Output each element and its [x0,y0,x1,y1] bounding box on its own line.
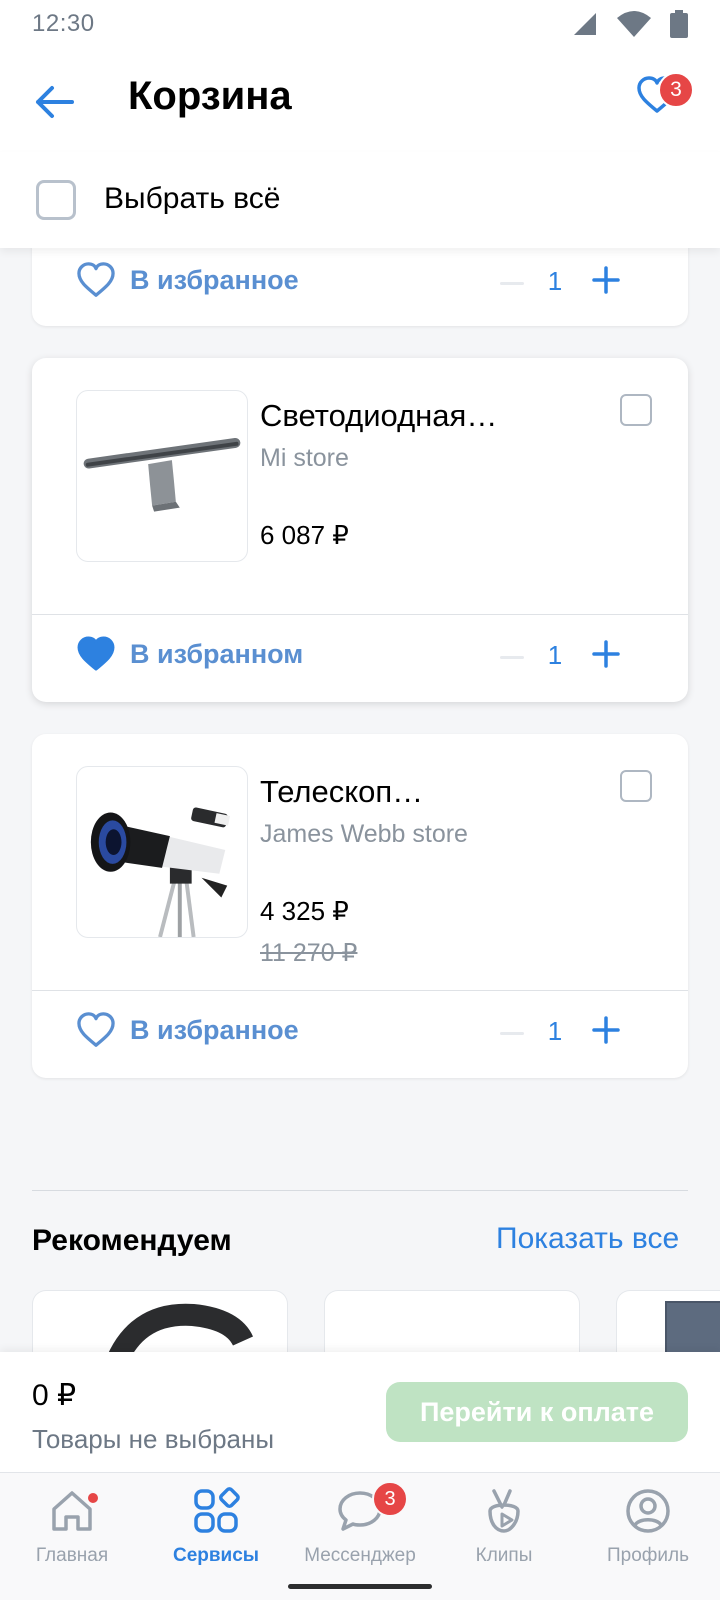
add-to-favorites-button[interactable]: В избранное [76,1012,299,1048]
tab-label: Сервисы [172,1545,260,1566]
recommendations-title: Рекомендуем [32,1224,232,1257]
remove-from-favorites-button[interactable]: В избранном [76,636,303,672]
tab-label: Профиль [606,1545,690,1566]
show-all-link[interactable]: Показать все [496,1222,679,1256]
card-divider [32,614,688,615]
quantity-value: 1 [547,1016,563,1046]
tab-label: Мессенджер [304,1545,416,1566]
cart-item-footer: В избранное 1 [32,992,688,1078]
quantity-value: 1 [547,266,563,296]
product-price: 6 087 ₽ [260,520,349,550]
tab-label: Главная [35,1545,109,1566]
favorites-count-badge: 3 [658,72,694,108]
status-icons [572,10,688,38]
favorites-label: В избранном [130,638,304,669]
item-checkbox[interactable] [620,394,652,426]
card-divider [32,990,688,991]
notification-dot [86,1491,100,1505]
home-icon [46,1485,100,1537]
favorites-label: В избранное [130,264,299,295]
favorites-label: В избранное [130,1014,299,1045]
clips-icon [478,1485,530,1537]
product-image[interactable] [76,766,248,938]
heart-outline-icon [77,262,115,297]
battery-icon [670,10,688,38]
store-name[interactable]: Mi store [260,444,349,473]
cart-item-card: Телескоп… James Webb store 4 325 ₽ 11 27… [32,734,688,1078]
back-button[interactable] [32,80,76,124]
status-bar: 12:30 [0,0,720,48]
quantity-increase-button[interactable] [590,638,622,670]
page-title: Корзина [128,74,292,118]
tab-profile[interactable]: Профиль [576,1473,720,1573]
product-price: 4 325 ₽ [260,896,349,926]
tab-label: Клипы [475,1545,533,1566]
product-image[interactable] [76,390,248,562]
product-title[interactable]: Светодиодная… [260,398,497,434]
add-to-favorites-button[interactable]: В избранное [76,262,299,298]
tab-home[interactable]: Главная [0,1473,144,1573]
monitor-light-bar-image [83,438,241,512]
quantity-increase-button[interactable] [590,1014,622,1046]
tab-clips[interactable]: Клипы [432,1473,576,1573]
select-all-label: Выбрать всё [104,182,281,215]
wifi-icon [617,11,651,37]
heart-outline-icon [77,1012,115,1047]
quantity-decrease-button[interactable] [500,656,524,659]
quantity-decrease-button[interactable] [500,1032,524,1035]
home-indicator[interactable] [288,1584,432,1589]
product-title[interactable]: Телескоп… [260,774,423,810]
item-checkbox[interactable] [620,770,652,802]
quantity-decrease-button[interactable] [500,282,524,285]
messenger-icon: 3 [334,1481,408,1537]
store-name[interactable]: James Webb store [260,820,468,849]
quantity-increase-button[interactable] [590,264,622,296]
selection-status: Товары не выбраны [32,1424,275,1454]
cart-item-footer: В избранное 1 [32,242,688,328]
select-all-checkbox[interactable] [36,180,76,220]
product-old-price: 11 270 ₽ [260,939,358,967]
checkout-bar: 0 ₽ Товары не выбраны Перейти к оплате [0,1352,720,1472]
status-time: 12:30 [32,10,95,37]
arrow-left-icon [36,86,74,118]
heart-filled-icon [77,636,115,671]
section-divider [32,1190,688,1191]
select-all-row[interactable]: Выбрать всё [0,152,720,248]
checkout-button[interactable]: Перейти к оплате [386,1382,688,1442]
tab-services[interactable]: Сервисы [144,1473,288,1573]
cellular-signal-icon [574,13,596,35]
tab-messenger[interactable]: 3 Мессенджер [288,1473,432,1573]
total-amount: 0 ₽ [32,1379,77,1412]
telescope-image [90,807,231,937]
profile-icon [622,1485,674,1537]
messenger-badge: 3 [372,1481,408,1517]
app-header: Корзина 3 [0,48,720,152]
cart-item-footer: В избранном 1 [32,616,688,702]
bottom-tab-bar: Главная Сервисы 3 Мессенджер Клипы Профи… [0,1472,720,1600]
services-icon [190,1485,242,1537]
cart-item-card: Светодиодная… Mi store 6 087 ₽ В избранн… [32,358,688,702]
quantity-value: 1 [547,640,563,670]
